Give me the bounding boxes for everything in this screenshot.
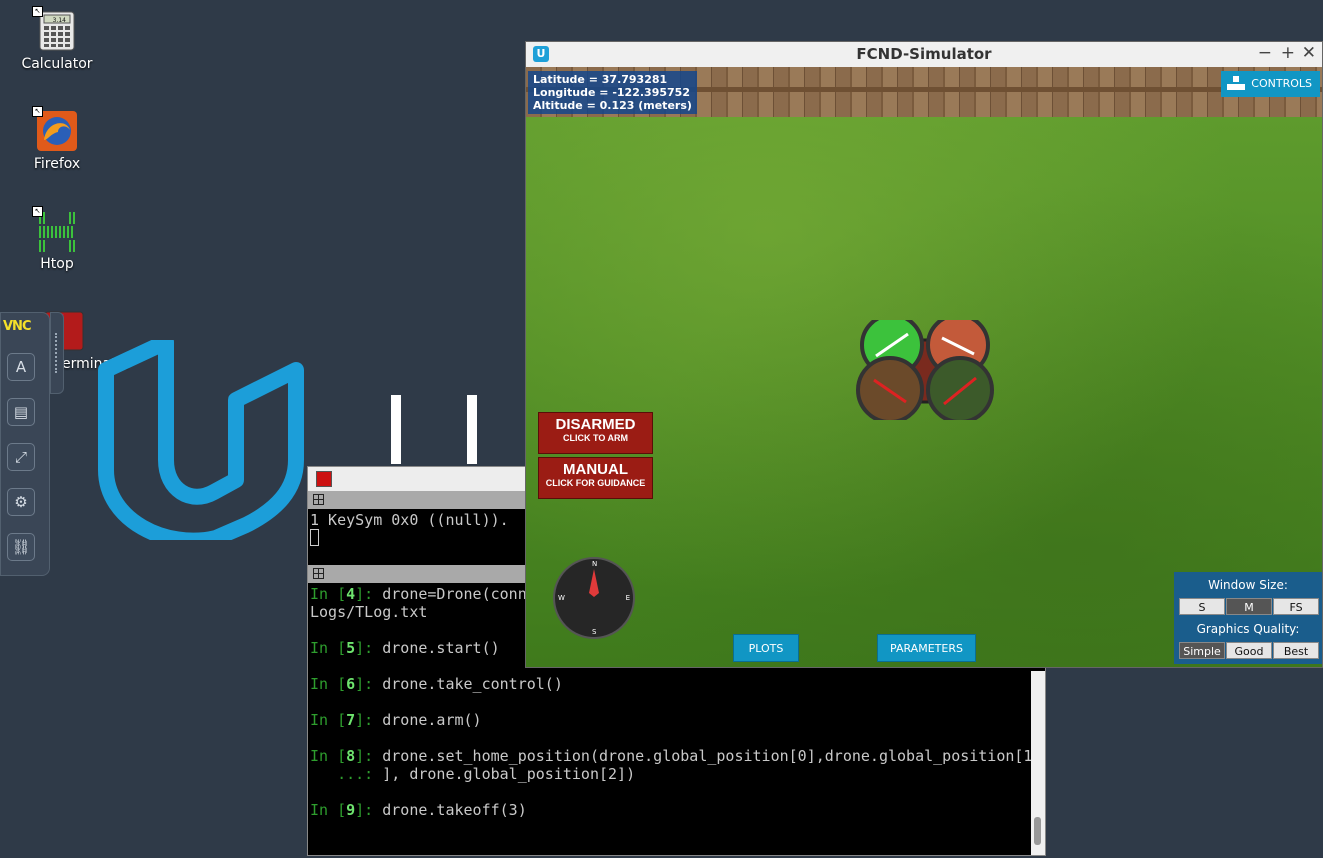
compass-needle (589, 569, 599, 597)
desktop-icon-label: Htop (40, 256, 74, 272)
terminator-icon (316, 471, 332, 487)
simulator-viewport[interactable]: Latitude = 37.793281 Longitude = -122.39… (526, 67, 1322, 667)
altitude-readout: Altitude = 0.123 (meters) (533, 99, 692, 112)
flight-mode-button[interactable]: MANUAL CLICK FOR GUIDANCE (538, 457, 653, 499)
ipython-input-line: In [6]: drone.take_control() (310, 675, 563, 693)
maximize-icon[interactable]: + (1281, 43, 1295, 63)
display-settings-panel: Window Size: S M FS Graphics Quality: Si… (1174, 572, 1322, 664)
graphics-quality-good[interactable]: Good (1226, 642, 1272, 659)
keyboard-icon[interactable]: A (7, 353, 35, 381)
window-title: FCND-Simulator (856, 45, 992, 63)
firefox-icon: ↖ (32, 106, 78, 152)
parameters-button[interactable]: PARAMETERS (877, 634, 976, 662)
window-size-title: Window Size: (1208, 578, 1288, 592)
novnc-panel-handle[interactable] (50, 312, 64, 394)
longitude-readout: Longitude = -122.395752 (533, 86, 690, 99)
minimize-icon[interactable]: − (1258, 43, 1272, 63)
simulator-window[interactable]: U FCND-Simulator − + ✕ Latitude = 37.793… (525, 41, 1323, 668)
plots-button[interactable]: PLOTS (733, 634, 799, 662)
grid-icon[interactable] (313, 568, 324, 579)
terminal-scrollbar[interactable] (1031, 671, 1045, 855)
desktop-icon-label: Calculator (21, 56, 93, 72)
clipboard-icon[interactable]: ▤ (7, 398, 35, 426)
window-size-fs[interactable]: FS (1273, 598, 1319, 615)
terminal-output-line: 1 KeySym 0x0 ((null)). (310, 511, 509, 529)
novnc-control-bar: VNC A ▤ ⤢ ⚙ ⛓ (0, 312, 50, 576)
window-size-s[interactable]: S (1179, 598, 1225, 615)
calculator-icon: ↖ 3.14 (32, 6, 78, 52)
graphics-quality-best[interactable]: Best (1273, 642, 1319, 659)
close-icon[interactable]: ✕ (1302, 43, 1316, 63)
window-size-m[interactable]: M (1226, 598, 1272, 615)
terminal-output-line: Logs/TLog.txt (310, 603, 428, 621)
desktop-icon-calculator[interactable]: ↖ 3.14 Calculator (7, 6, 107, 72)
ipython-continuation-line: ...: ], drone.global_position[2]) (310, 765, 636, 783)
compass: N E S W (553, 557, 635, 639)
latitude-readout: Latitude = 37.793281 (533, 73, 668, 86)
desktop-icon-firefox[interactable]: ↖ Firefox (7, 106, 107, 172)
scrollbar-thumb[interactable] (1034, 817, 1041, 845)
ipython-input-line: In [7]: drone.arm() (310, 711, 482, 729)
ipython-input-line: In [5]: drone.start() (310, 639, 500, 657)
arm-toggle-button[interactable]: DISARMED CLICK TO ARM (538, 412, 653, 454)
grid-icon[interactable] (313, 494, 324, 505)
terminal-cursor (310, 529, 319, 546)
desktop-icon-htop[interactable]: ↖ Htop (7, 206, 107, 272)
graphics-quality-simple[interactable]: Simple (1179, 642, 1225, 659)
ipython-input-line: In [4]: drone=Drone(conn (310, 585, 527, 603)
quadcopter-drone (856, 320, 994, 420)
svg-text:3.14: 3.14 (53, 17, 67, 24)
htop-icon: ↖ (32, 206, 78, 252)
desktop-icon-label: Firefox (33, 156, 81, 172)
telemetry-readout: Latitude = 37.793281 Longitude = -122.39… (528, 71, 697, 114)
ipython-input-line: In [8]: drone.set_home_position(drone.gl… (310, 747, 1033, 765)
disconnect-icon[interactable]: ⛓ (7, 533, 35, 561)
simulator-titlebar[interactable]: U FCND-Simulator − + ✕ (526, 42, 1322, 68)
ipython-input-line: In [9]: drone.takeoff(3) (310, 801, 527, 819)
novnc-logo: VNC (3, 319, 32, 334)
gear-icon[interactable]: ⚙ (7, 488, 35, 516)
keyboard-keys-icon (1227, 76, 1246, 92)
graphics-quality-title: Graphics Quality: (1196, 622, 1300, 636)
controls-button[interactable]: CONTROLS (1221, 71, 1320, 97)
fullscreen-icon[interactable]: ⤢ (7, 443, 35, 471)
